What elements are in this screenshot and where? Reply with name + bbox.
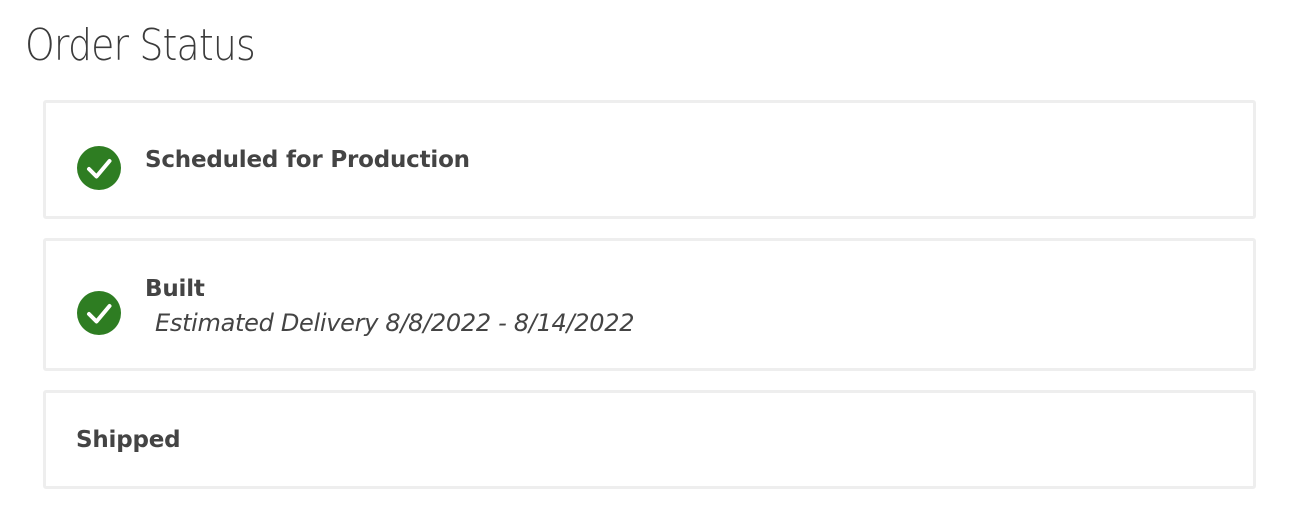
step-label: Scheduled for Production	[145, 147, 470, 173]
check-circle-icon	[77, 146, 121, 190]
page-title: Order Status	[25, 20, 256, 71]
order-status-page: Order Status Scheduled for Production Bu…	[0, 0, 1298, 506]
step-label: Shipped	[76, 427, 181, 453]
step-card-shipped: Shipped	[43, 390, 1256, 489]
check-circle-icon	[77, 291, 121, 335]
estimated-delivery-text: Estimated Delivery 8/8/2022 - 8/14/2022	[155, 309, 635, 337]
order-steps-list: Scheduled for Production Built Estimated…	[43, 100, 1256, 489]
step-card-scheduled: Scheduled for Production	[43, 100, 1256, 219]
step-card-built: Built Estimated Delivery 8/8/2022 - 8/14…	[43, 238, 1256, 371]
step-label: Built	[145, 276, 205, 302]
